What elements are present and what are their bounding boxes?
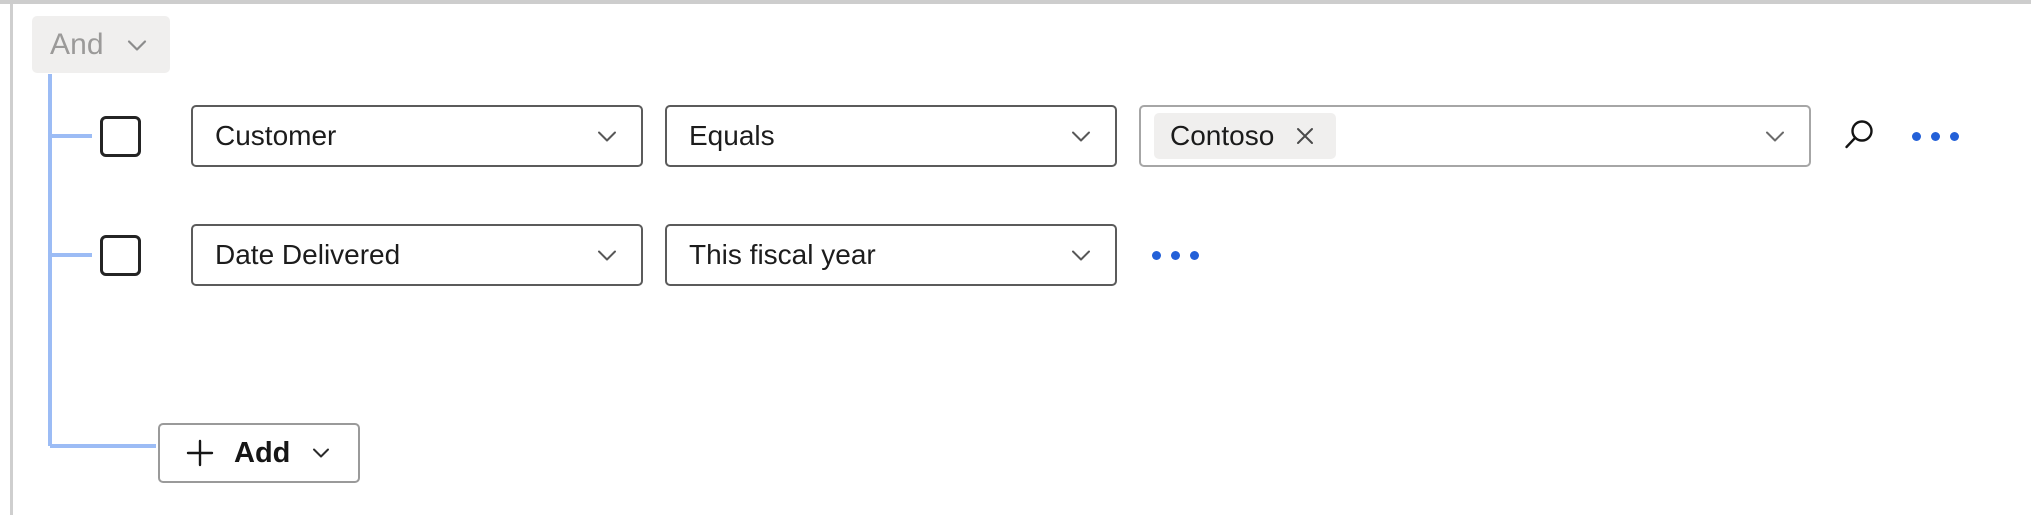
condition-property-dropdown[interactable]: Date Delivered — [191, 224, 643, 286]
group-operator-dropdown[interactable]: And — [32, 16, 170, 73]
condition-checkbox[interactable] — [100, 234, 141, 276]
condition-checkbox[interactable] — [100, 115, 141, 157]
more-horizontal-icon[interactable] — [1147, 229, 1203, 281]
chevron-down-icon — [591, 120, 623, 152]
add-button-label: Add — [234, 436, 291, 469]
value-tag-label: Contoso — [1170, 120, 1275, 151]
filter-condition-row: Customer Equals Contoso — [100, 105, 1963, 167]
condition-operator-dropdown[interactable]: This fiscal year — [665, 224, 1117, 286]
filter-condition-row: Date Delivered This fiscal year — [100, 224, 1203, 286]
chevron-down-icon — [1065, 120, 1097, 152]
close-icon[interactable] — [1290, 121, 1320, 151]
chevron-down-icon[interactable] — [306, 438, 336, 468]
condition-operator-value: This fiscal year — [689, 239, 876, 270]
condition-operator-dropdown[interactable]: Equals — [665, 105, 1117, 167]
more-horizontal-icon[interactable] — [1907, 110, 1963, 162]
panel-left-divider — [10, 4, 13, 515]
chevron-down-icon — [1759, 120, 1791, 152]
add-button[interactable]: Add — [158, 423, 361, 483]
condition-value-tagpicker[interactable]: Contoso — [1139, 105, 1811, 167]
condition-property-value: Customer — [215, 120, 337, 151]
condition-operator-value: Equals — [689, 120, 775, 151]
group-operator-label: And — [50, 27, 104, 61]
chevron-down-icon — [120, 28, 154, 62]
chevron-down-icon — [591, 239, 623, 271]
value-tag[interactable]: Contoso — [1154, 113, 1337, 159]
panel-top-divider — [0, 0, 2031, 4]
chevron-down-icon — [1065, 239, 1097, 271]
search-icon[interactable] — [1833, 110, 1885, 162]
plus-icon — [182, 435, 218, 471]
condition-property-value: Date Delivered — [215, 239, 401, 270]
condition-property-dropdown[interactable]: Customer — [191, 105, 643, 167]
advanced-filter-panel: And Customer Equals Contoso Date Deliver… — [0, 0, 2031, 515]
